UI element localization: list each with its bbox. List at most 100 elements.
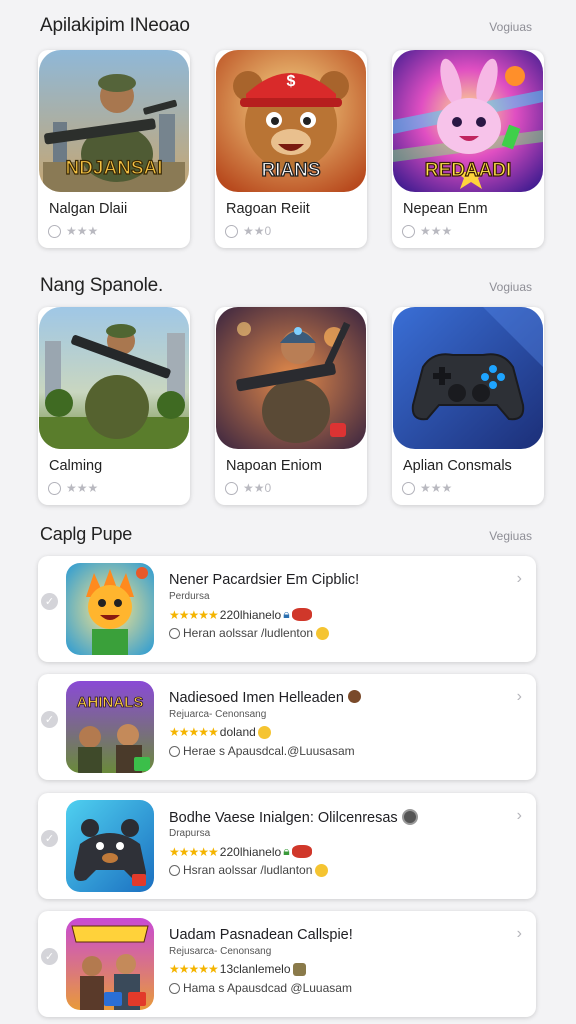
list-item[interactable]: ✓ AHINALS Nadiesoed Imen Helleaden Rejua… bbox=[38, 674, 536, 780]
check-icon[interactable]: ✓ bbox=[41, 711, 58, 728]
rating-row: ★★★ bbox=[402, 481, 452, 495]
chevron-right-icon[interactable]: › bbox=[517, 807, 522, 825]
rating-stars: ★★★ bbox=[66, 481, 99, 495]
section-header-2: Nang Spanole. Vogiuas bbox=[40, 275, 532, 297]
meta-text: Herae s Apausdcal.@Luusasam bbox=[183, 744, 355, 758]
sticker-icon bbox=[291, 608, 312, 621]
svg-text:$: $ bbox=[287, 73, 296, 90]
star-rating: ★★★★★ bbox=[169, 607, 219, 622]
sticker-icon bbox=[291, 845, 312, 858]
see-more-link[interactable]: Vogiuas bbox=[489, 280, 532, 294]
app-icon-label: REDAADI bbox=[424, 159, 512, 181]
star-rating: ★★★★★ bbox=[169, 844, 219, 859]
rating-circle-icon bbox=[402, 481, 415, 495]
thumb-label: AHINALS bbox=[77, 694, 144, 711]
section-header-3: Caplg Pupe Vegiuas bbox=[40, 524, 532, 545]
list-item-meta: Heran aolssar /ludlenton bbox=[169, 626, 330, 640]
list-item-subtitle: Rejusarca- Cenonsang bbox=[169, 946, 272, 957]
app-icon-gamepad bbox=[393, 307, 543, 449]
list-item[interactable]: ✓ Nener Pacardsier Em Cipblic! Perdursa … bbox=[38, 556, 536, 662]
app-card-title: Aplian Consmals bbox=[403, 458, 512, 474]
list-item-rating: ★★★★★ doland bbox=[169, 725, 271, 739]
rating-circle-icon bbox=[48, 224, 61, 238]
list-item-title: Nadiesoed Imen Helleaden bbox=[169, 690, 361, 706]
rating-stars: ★★★ bbox=[420, 481, 453, 495]
list-item[interactable]: ✓ Uadam Pasnadean Callspie! Rejusarca- C… bbox=[38, 911, 536, 1017]
star-rating: ★★★★★ bbox=[169, 725, 219, 739]
app-icon-fire-hero bbox=[66, 563, 154, 655]
list-item-title: Uadam Pasnadean Callspie! bbox=[169, 927, 353, 943]
see-more-link[interactable]: Vegiuas bbox=[489, 529, 532, 543]
list-item-title: Nener Pacardsier Em Cipblic! bbox=[169, 572, 360, 588]
rating-text: 220lhianelo bbox=[219, 607, 282, 622]
lock-icon: 🔒︎ bbox=[283, 607, 290, 621]
rating-stars: ★★0 bbox=[243, 481, 272, 495]
emoji-icon bbox=[315, 863, 329, 877]
rating-row: ★★★ bbox=[48, 481, 98, 495]
check-icon[interactable]: ✓ bbox=[41, 593, 58, 610]
chevron-right-icon[interactable]: › bbox=[517, 925, 522, 943]
avatar-icon bbox=[347, 690, 361, 703]
info-icon bbox=[169, 982, 180, 994]
app-card-title: Nalgan Dlaii bbox=[49, 201, 128, 217]
list-item-subtitle: Perdursa bbox=[169, 591, 210, 602]
app-card-row-1: NDJANSAI Nalgan Dlaii ★★★ $ RIANS Ragoan… bbox=[38, 50, 544, 248]
app-card[interactable]: $ RIANS Ragoan Reiit ★★0 bbox=[215, 50, 367, 248]
app-icon-squad-battle bbox=[66, 918, 154, 1010]
list-item-meta: Hama s Apausdcad @Luuasam bbox=[169, 981, 352, 995]
section-title: Nang Spanole. bbox=[40, 275, 164, 296]
check-icon[interactable]: ✓ bbox=[41, 830, 58, 847]
emoji-icon bbox=[257, 725, 271, 739]
rating-text: 220lhianelo bbox=[219, 844, 282, 859]
app-card[interactable]: Aplian Consmals ★★★ bbox=[392, 307, 544, 505]
rating-stars: ★★★ bbox=[66, 224, 99, 238]
app-card[interactable]: Napoan Eniom ★★0 bbox=[215, 307, 367, 505]
list-item-subtitle: Drapursa bbox=[169, 828, 211, 839]
section-header-1: Apilakipim INeoao Vogiuas bbox=[40, 15, 532, 37]
sticker-icon bbox=[292, 962, 306, 976]
list-item-title: Bodhe Vaese Inialgen: Olilcenresas bbox=[169, 809, 418, 826]
meta-text: Hsran aolssar /ludlanton bbox=[183, 863, 313, 877]
list-item-meta: Herae s Apausdcal.@Luusasam bbox=[169, 744, 355, 758]
chevron-right-icon[interactable]: › bbox=[517, 688, 522, 706]
rating-circle-icon bbox=[225, 224, 238, 238]
list-item[interactable]: ✓ Bodhe Vaese Inialgen: Olilcenresas Dra… bbox=[38, 793, 536, 899]
app-card[interactable]: NDJANSAI Nalgan Dlaii ★★★ bbox=[38, 50, 190, 248]
star-rating: ★★★★★ bbox=[169, 962, 219, 976]
app-icon-soldier-park bbox=[39, 307, 189, 449]
see-more-link[interactable]: Vogiuas bbox=[489, 20, 532, 34]
app-icon-gunner bbox=[216, 307, 366, 449]
rating-text: 13clanlemelo bbox=[219, 962, 291, 976]
list-item-subtitle: Rejuarca- Cenonsang bbox=[169, 709, 267, 720]
list-item-rating: ★★★★★ 220lhianelo 🔒︎ bbox=[169, 844, 312, 859]
rating-row: ★★0 bbox=[225, 481, 271, 495]
app-card-title: Calming bbox=[49, 458, 103, 474]
app-card-title: Nepean Enm bbox=[403, 201, 488, 217]
app-card-title: Napoan Eniom bbox=[226, 458, 322, 474]
app-card[interactable]: REDAADI Nepean Enm ★★★ bbox=[392, 50, 544, 248]
rating-text: doland bbox=[219, 725, 256, 739]
app-card-row-2: Calming ★★★ Napoan Eniom ★★0 Aplian Cons… bbox=[38, 307, 544, 505]
app-icon-label: NDJANSAI bbox=[65, 157, 163, 179]
gear-icon bbox=[401, 809, 418, 825]
info-icon bbox=[169, 627, 180, 639]
rating-stars: ★★0 bbox=[243, 224, 272, 238]
list-item-rating: ★★★★★ 13clanlemelo bbox=[169, 962, 306, 976]
section-title: Apilakipim INeoao bbox=[40, 15, 190, 36]
section-title: Caplg Pupe bbox=[40, 524, 133, 544]
rating-row: ★★★ bbox=[402, 224, 452, 238]
list-item-meta: Hsran aolssar /ludlanton bbox=[169, 863, 329, 877]
rating-row: ★★★ bbox=[48, 224, 98, 238]
info-icon bbox=[169, 864, 180, 876]
rating-circle-icon bbox=[48, 481, 61, 495]
app-card[interactable]: Calming ★★★ bbox=[38, 307, 190, 505]
rating-circle-icon bbox=[225, 481, 238, 495]
svg-text:RIANS: RIANS bbox=[261, 160, 320, 181]
chevron-right-icon[interactable]: › bbox=[517, 570, 522, 588]
check-icon[interactable]: ✓ bbox=[41, 948, 58, 965]
app-icon-bear-controller bbox=[66, 800, 154, 892]
svg-text:NDJANSAI: NDJANSAI bbox=[65, 158, 162, 179]
rating-row: ★★0 bbox=[225, 224, 271, 238]
app-icon-animals-squad: AHINALS bbox=[66, 681, 154, 773]
info-icon bbox=[169, 745, 180, 757]
